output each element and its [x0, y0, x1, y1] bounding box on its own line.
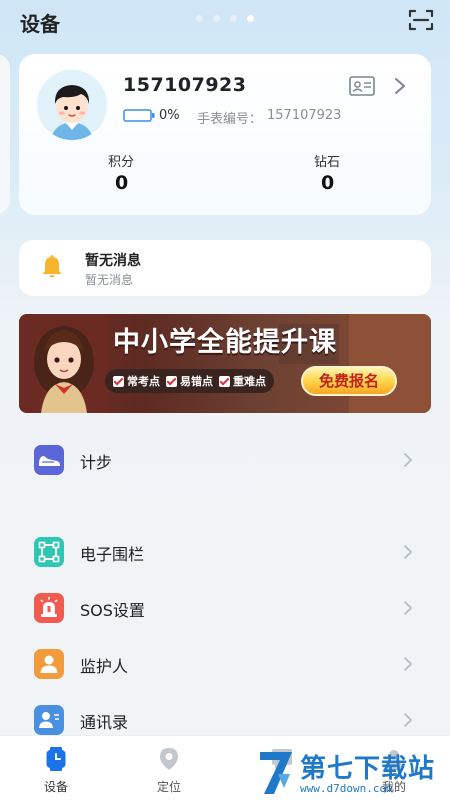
location-pin-icon [160, 748, 178, 770]
promo-banner[interactable]: 中小学全能提升课 常考点 易错点 重难点 免费报名 [19, 314, 431, 413]
shoe-icon [34, 445, 64, 475]
device-id: 157107923 [123, 74, 247, 96]
tab-label: 设备 [43, 780, 68, 794]
tab-location[interactable]: 定位 [139, 746, 199, 795]
chevron-right-icon [404, 545, 412, 559]
watermark-logo-icon [260, 752, 292, 794]
banner-tag: 易错点 [166, 373, 213, 389]
list-item-label: 计步 [80, 453, 113, 472]
page-indicator [196, 15, 254, 22]
child-avatar-icon [37, 70, 107, 140]
page-title: 设备 [20, 12, 60, 36]
points-label: 积分 [108, 155, 135, 170]
watermark-url: www.d7down.com [300, 782, 393, 795]
list-item-step-counter[interactable]: 计步 [19, 432, 431, 488]
banner-title: 中小学全能提升课 [113, 327, 337, 358]
message-title: 暂无消息 [85, 253, 141, 269]
tab-device[interactable]: 设备 [26, 746, 86, 795]
list-item-geofence[interactable]: 电子围栏 [19, 524, 431, 580]
contacts-icon [34, 705, 64, 735]
guardian-icon [34, 649, 64, 679]
checkbox-icon [113, 375, 124, 387]
page-dot[interactable] [230, 15, 237, 22]
list-item-label: 监护人 [80, 657, 129, 676]
free-signup-button[interactable]: 免费报名 [301, 366, 397, 396]
list-item-label: 通讯录 [80, 713, 129, 732]
scan-icon[interactable] [408, 8, 434, 32]
fence-icon [34, 537, 64, 567]
device-profile-card[interactable]: 157107923 0% 手表编号： 157107923 积分 0 钻石 0 [19, 54, 431, 215]
chevron-right-icon [404, 601, 412, 615]
checkbox-icon [166, 375, 177, 387]
banner-tag: 重难点 [219, 373, 266, 389]
chevron-right-icon [404, 713, 412, 727]
chevron-right-icon[interactable] [393, 76, 407, 96]
avatar[interactable] [37, 70, 107, 140]
watch-icon [46, 747, 66, 771]
banner-tags: 常考点 易错点 重难点 [105, 369, 274, 393]
message-card[interactable]: 暂无消息 暂无消息 [19, 240, 431, 296]
watch-number-label: 手表编号： [197, 112, 263, 127]
page-dot-active[interactable] [247, 15, 254, 22]
previous-device-card-peek[interactable] [0, 54, 10, 214]
list-item-guardian[interactable]: 监护人 [19, 636, 431, 692]
checkbox-icon [219, 375, 230, 387]
id-card-icon[interactable] [349, 76, 375, 96]
list-item-label: SOS设置 [80, 601, 145, 620]
chevron-right-icon [404, 657, 412, 671]
battery-percent: 0% [159, 108, 180, 123]
diamonds-label: 钻石 [314, 155, 341, 170]
top-bar: 设备 [0, 0, 450, 40]
watermark: 第七下载站 www.d7down.com [256, 746, 450, 800]
banner-tag: 常考点 [113, 373, 160, 389]
watch-number: 157107923 [267, 108, 342, 123]
page-dot[interactable] [213, 15, 220, 22]
sos-alarm-icon [34, 593, 64, 623]
battery-icon [123, 109, 155, 122]
page-dot[interactable] [196, 15, 203, 22]
diamonds-value: 0 [321, 172, 335, 194]
watermark-title: 第七下载站 [300, 754, 436, 784]
bell-icon [42, 255, 62, 278]
list-item-sos-settings[interactable]: SOS设置 [19, 580, 431, 636]
tab-label: 定位 [156, 780, 181, 794]
list-item-label: 电子围栏 [80, 545, 145, 564]
chevron-right-icon [404, 453, 412, 467]
message-subtitle: 暂无消息 [85, 273, 134, 287]
points-value: 0 [115, 172, 129, 194]
